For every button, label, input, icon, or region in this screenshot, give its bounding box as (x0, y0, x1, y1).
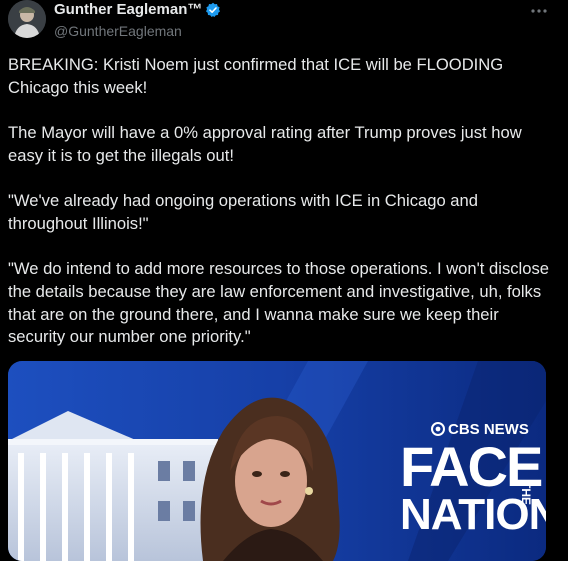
tweet-video-media[interactable]: CBS NEWS FACE THE NATION (8, 361, 546, 561)
nation-label: NATION (400, 490, 546, 539)
author-handle[interactable]: @GuntherEagleman (54, 21, 221, 41)
tweet-paragraph: "We've already had ongoing operations wi… (8, 191, 483, 233)
tweet-header: Gunther Eagleman™ @GuntherEagleman (8, 0, 560, 40)
tweet: Gunther Eagleman™ @GuntherEagleman BREAK… (0, 0, 568, 561)
tweet-paragraph: The Mayor will have a 0% approval rating… (8, 123, 527, 165)
author-block: Gunther Eagleman™ @GuntherEagleman (54, 1, 221, 41)
face-the-nation-logo: CBS NEWS FACE THE NATION (400, 421, 546, 539)
tweet-paragraph: "We do intend to add more resources to t… (8, 259, 554, 347)
video-frame: CBS NEWS FACE THE NATION (8, 361, 546, 561)
tweet-text: BREAKING: Kristi Noem just confirmed tha… (8, 54, 556, 372)
verified-badge-icon (205, 2, 221, 18)
avatar[interactable] (8, 0, 46, 38)
name-row: Gunther Eagleman™ (54, 1, 221, 19)
avatar-portrait-icon (8, 0, 46, 38)
tweet-paragraph: BREAKING: Kristi Noem just confirmed tha… (8, 55, 508, 97)
more-options-icon[interactable] (528, 2, 550, 20)
author-display-name[interactable]: Gunther Eagleman™ (54, 1, 202, 19)
